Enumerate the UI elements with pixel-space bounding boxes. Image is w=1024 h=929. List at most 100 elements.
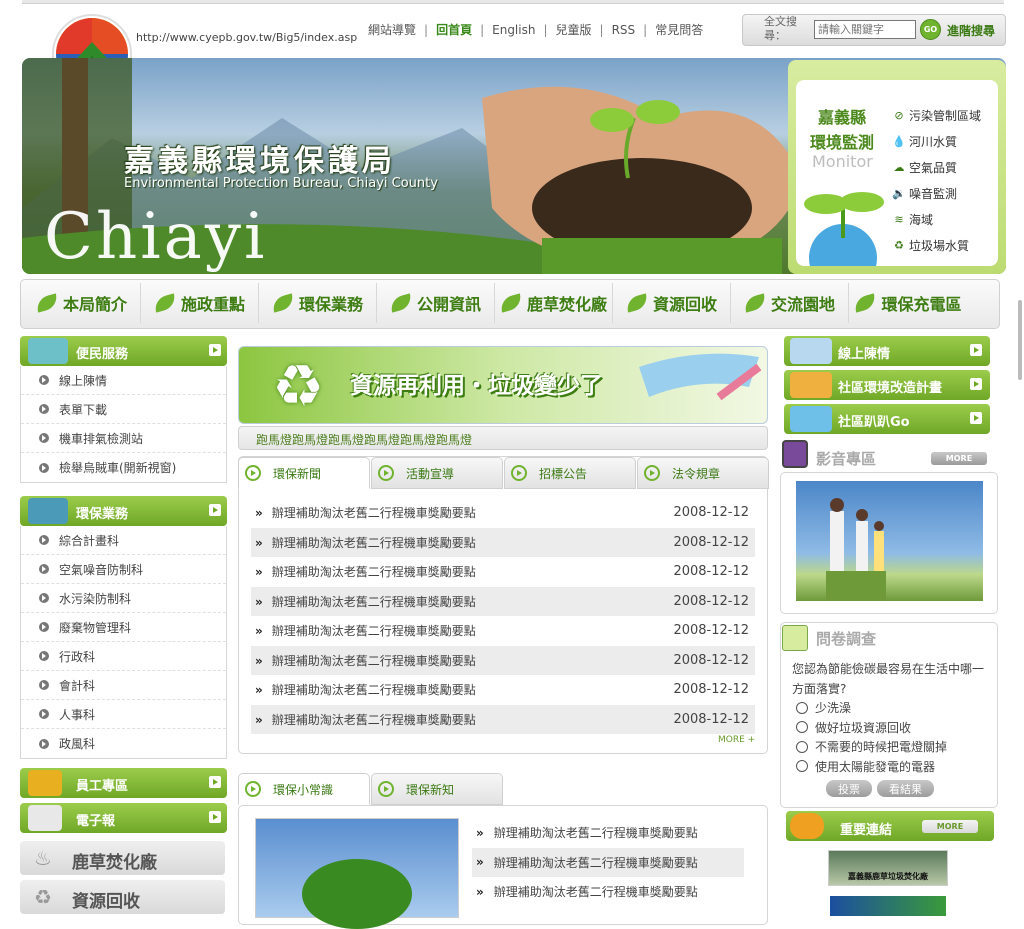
circle-arrow-icon	[644, 465, 660, 481]
tip-row[interactable]: 辦理補助淘汰老舊二行程機車獎勵要點	[472, 818, 744, 848]
search-go-button[interactable]: GO	[920, 19, 941, 40]
tip-row[interactable]: 辦理補助淘汰老舊二行程機車獎勵要點	[472, 847, 744, 877]
service-item-report-smoke[interactable]: 檢舉烏賊車(開新視窗)	[21, 453, 226, 482]
topnav-kids[interactable]: 兒童版	[556, 21, 592, 38]
business-item[interactable]: 空氣噪音防制科	[21, 555, 226, 584]
poll-option[interactable]: 使用太陽能發電的電器	[796, 757, 947, 777]
link-incinerator-banner[interactable]: 嘉義縣鹿草垃圾焚化廠	[828, 850, 948, 886]
video-more-button[interactable]: MORE	[931, 452, 987, 465]
business-item[interactable]: 行政科	[21, 642, 226, 671]
tab-tenders[interactable]: 招標公告	[504, 457, 636, 489]
business-item[interactable]: 會計科	[21, 671, 226, 700]
menu-policy[interactable]: 施政重點	[141, 283, 259, 323]
community-go-button[interactable]: 社區趴趴Go	[784, 404, 990, 434]
bullet-arrow-icon	[39, 738, 49, 749]
links-more-button[interactable]: MORE	[922, 820, 978, 833]
tab-env-news[interactable]: 環保新聞	[238, 457, 370, 489]
business-item[interactable]: 廢棄物管理科	[21, 613, 226, 642]
bullet-arrow-icon	[39, 433, 49, 443]
menu-public-info[interactable]: 公開資訊	[377, 283, 495, 323]
menu-label: 本局簡介	[62, 295, 127, 314]
radio-button[interactable]	[796, 740, 808, 753]
news-row[interactable]: 辦理補助淘汰老舊二行程機車獎勵要點 2008-12-12	[251, 616, 755, 646]
poll-question: 您認為節能儉碳最容易在生活中哪一方面落實?	[792, 662, 985, 696]
tip-row[interactable]: 辦理補助淘汰老舊二行程機車獎勵要點	[472, 877, 744, 907]
service-item-petition[interactable]: 線上陳情	[21, 366, 226, 395]
menu-recycle[interactable]: 資源回收	[613, 283, 731, 323]
menu-business[interactable]: 環保業務	[259, 283, 377, 323]
advanced-search-link[interactable]: 進階搜尋	[947, 22, 995, 39]
topnav-english[interactable]: English	[492, 23, 535, 37]
radio-button[interactable]	[796, 721, 808, 734]
poll-option[interactable]: 不需要的時候把電燈關掉	[796, 737, 947, 757]
option-label: 少洗澡	[815, 701, 852, 716]
service-item-forms[interactable]: 表單下載	[21, 395, 226, 424]
menu-forum[interactable]: 交流園地	[731, 283, 849, 323]
monitor-item-landfill[interactable]: ♻ 垃圾場水質	[892, 232, 1002, 258]
service-header[interactable]: 便民服務	[20, 336, 227, 366]
news-row[interactable]: 辦理補助淘汰老舊二行程機車獎勵要點 2008-12-12	[251, 675, 755, 705]
menu-label: 環保業務	[298, 295, 363, 314]
tab-events[interactable]: 活動宣導	[371, 457, 503, 489]
news-row[interactable]: 辦理補助淘汰老舊二行程機車獎勵要點 2008-12-12	[251, 586, 755, 616]
news-row[interactable]: 辦理補助淘汰老舊二行程機車獎勵要點 2008-12-12	[251, 704, 755, 734]
business-item[interactable]: 政風科	[21, 729, 226, 758]
business-item[interactable]: 水污染防制科	[21, 584, 226, 613]
tab-env-tips[interactable]: 環保小常識	[238, 773, 370, 805]
tab-regulations[interactable]: 法令規章	[637, 457, 769, 489]
recycle-link[interactable]: ♻ 資源回收	[20, 880, 225, 914]
tips-tabs: 環保小常識 環保新知	[238, 773, 504, 805]
news-row[interactable]: 辦理補助淘汰老舊二行程機車獎勵要點 2008-12-12	[251, 557, 755, 587]
monitor-title-county: 嘉義縣	[818, 108, 867, 127]
link-banner-2[interactable]	[830, 896, 946, 916]
monitor-item-noise[interactable]: 🔉 噪音監測	[892, 180, 1002, 206]
monitor-item-river[interactable]: 💧 河川水質	[892, 128, 1002, 154]
monitor-item-air[interactable]: ☁ 空氣品質	[892, 154, 1002, 180]
news-row[interactable]: 辦理補助淘汰老舊二行程機車獎勵要點 2008-12-12	[251, 498, 755, 528]
tab-label: 環保新知	[406, 782, 455, 797]
service-item-emission-station[interactable]: 機車排氣檢測站	[21, 424, 226, 453]
poll-option[interactable]: 少洗澡	[796, 698, 947, 718]
notepad-icon	[782, 625, 808, 651]
news-title: 辦理補助淘汰老舊二行程機車獎勵要點	[255, 622, 476, 639]
incinerator-link[interactable]: ♨ 鹿草焚化廠	[20, 841, 225, 875]
radio-button[interactable]	[796, 760, 808, 773]
banner-subtitle: Environmental Protection Bureau, Chiayi …	[124, 176, 438, 191]
topnav-home[interactable]: 回首頁	[436, 21, 472, 38]
menu-about[interactable]: 本局簡介	[23, 283, 141, 323]
business-item[interactable]: 綜合計畫科	[21, 526, 226, 555]
radio-button[interactable]	[796, 701, 808, 714]
bullet-arrow-icon	[39, 375, 49, 385]
monitor-item-sea[interactable]: ≋ 海域	[892, 206, 1002, 232]
news-row[interactable]: 辦理補助淘汰老舊二行程機車獎勵要點 2008-12-12	[251, 527, 755, 557]
topnav-sitemap[interactable]: 網站導覽	[368, 21, 416, 38]
view-results-button[interactable]: 看結果	[877, 780, 934, 797]
topnav-rss[interactable]: RSS	[612, 23, 636, 37]
business-item[interactable]: 人事科	[21, 700, 226, 729]
petition-button[interactable]: 線上陳情	[784, 336, 990, 366]
list-item-label: 人事科	[59, 707, 96, 722]
tab-env-knowledge[interactable]: 環保新知	[371, 773, 503, 805]
news-more-link[interactable]: MORE +	[718, 735, 755, 745]
menu-incinerator[interactable]: 鹿草焚化廠	[495, 283, 613, 323]
leaf-icon	[270, 293, 296, 313]
marquee-text[interactable]: 跑馬燈跑馬燈跑馬燈跑馬燈跑馬燈跑馬燈	[256, 431, 472, 448]
staff-button[interactable]: 員工專區	[20, 768, 227, 798]
recycle-label: 資源回收	[72, 892, 140, 912]
search-input[interactable]	[814, 20, 916, 39]
video-thumbnail[interactable]	[796, 481, 983, 601]
monitor-item-label: 河川水質	[909, 134, 958, 149]
menu-learning[interactable]: 環保充電區	[849, 283, 967, 323]
poll-option[interactable]: 做好垃圾資源回收	[796, 718, 947, 738]
scrollbar-thumb[interactable]	[1018, 300, 1022, 380]
business-header[interactable]: 環保業務	[20, 496, 227, 526]
topnav-faq[interactable]: 常見問答	[655, 21, 703, 38]
microphone-icon	[790, 338, 832, 364]
community-plan-button[interactable]: 社區環境改造計畫	[784, 370, 990, 400]
enews-button[interactable]: 電子報	[20, 803, 227, 833]
vote-button[interactable]: 投票	[826, 780, 872, 797]
news-row[interactable]: 辦理補助淘汰老舊二行程機車獎勵要點 2008-12-12	[251, 645, 755, 675]
news-title: 辦理補助淘汰老舊二行程機車獎勵要點	[255, 534, 476, 551]
tips-list: 辦理補助淘汰老舊二行程機車獎勵要點 辦理補助淘汰老舊二行程機車獎勵要點 辦理補助…	[472, 818, 744, 907]
monitor-item-pollution-zone[interactable]: ⊘ 污染管制區域	[892, 102, 1002, 128]
